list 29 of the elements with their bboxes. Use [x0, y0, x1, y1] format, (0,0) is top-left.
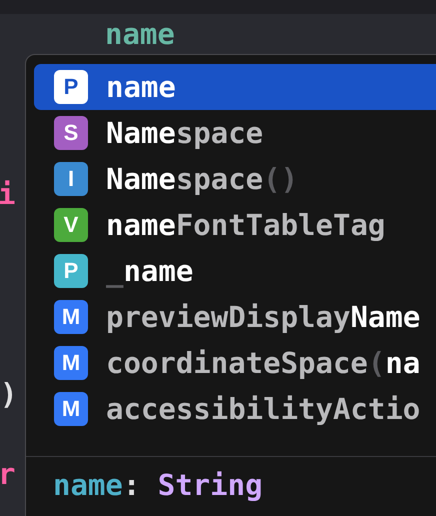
symbol-badge: M: [54, 346, 88, 380]
completion-item[interactable]: P _name: [34, 248, 436, 294]
code-text: ): [0, 376, 18, 413]
completion-item[interactable]: M coordinateSpace(na: [34, 340, 436, 386]
completion-item[interactable]: I Namespace(): [34, 156, 436, 202]
completion-item[interactable]: M accessibilityActio: [34, 386, 436, 432]
completion-label: nameFontTableTag: [106, 208, 386, 242]
completion-item[interactable]: P name: [34, 64, 436, 110]
code-text: i: [0, 176, 16, 213]
completion-item[interactable]: V nameFontTableTag: [34, 202, 436, 248]
completion-item[interactable]: S Namespace: [34, 110, 436, 156]
completion-label: Namespace: [106, 116, 264, 150]
completion-item[interactable]: M previewDisplayName: [34, 294, 436, 340]
symbol-badge: V: [54, 208, 88, 242]
symbol-badge: I: [54, 162, 88, 196]
code-text: r: [0, 456, 16, 493]
completion-label: accessibilityActio: [106, 392, 420, 426]
signature-text: name: String: [53, 468, 263, 502]
completion-label: _name: [106, 254, 194, 288]
symbol-badge: S: [54, 116, 88, 150]
completion-label: previewDisplayName: [106, 300, 420, 334]
symbol-badge: M: [54, 392, 88, 426]
symbol-badge: P: [54, 70, 88, 104]
symbol-badge: M: [54, 300, 88, 334]
completion-label: name: [106, 70, 176, 104]
code-text: name: [105, 16, 175, 53]
completion-label: coordinateSpace(na: [106, 346, 420, 380]
symbol-badge: P: [54, 254, 88, 288]
completion-label: Namespace(): [106, 162, 298, 196]
